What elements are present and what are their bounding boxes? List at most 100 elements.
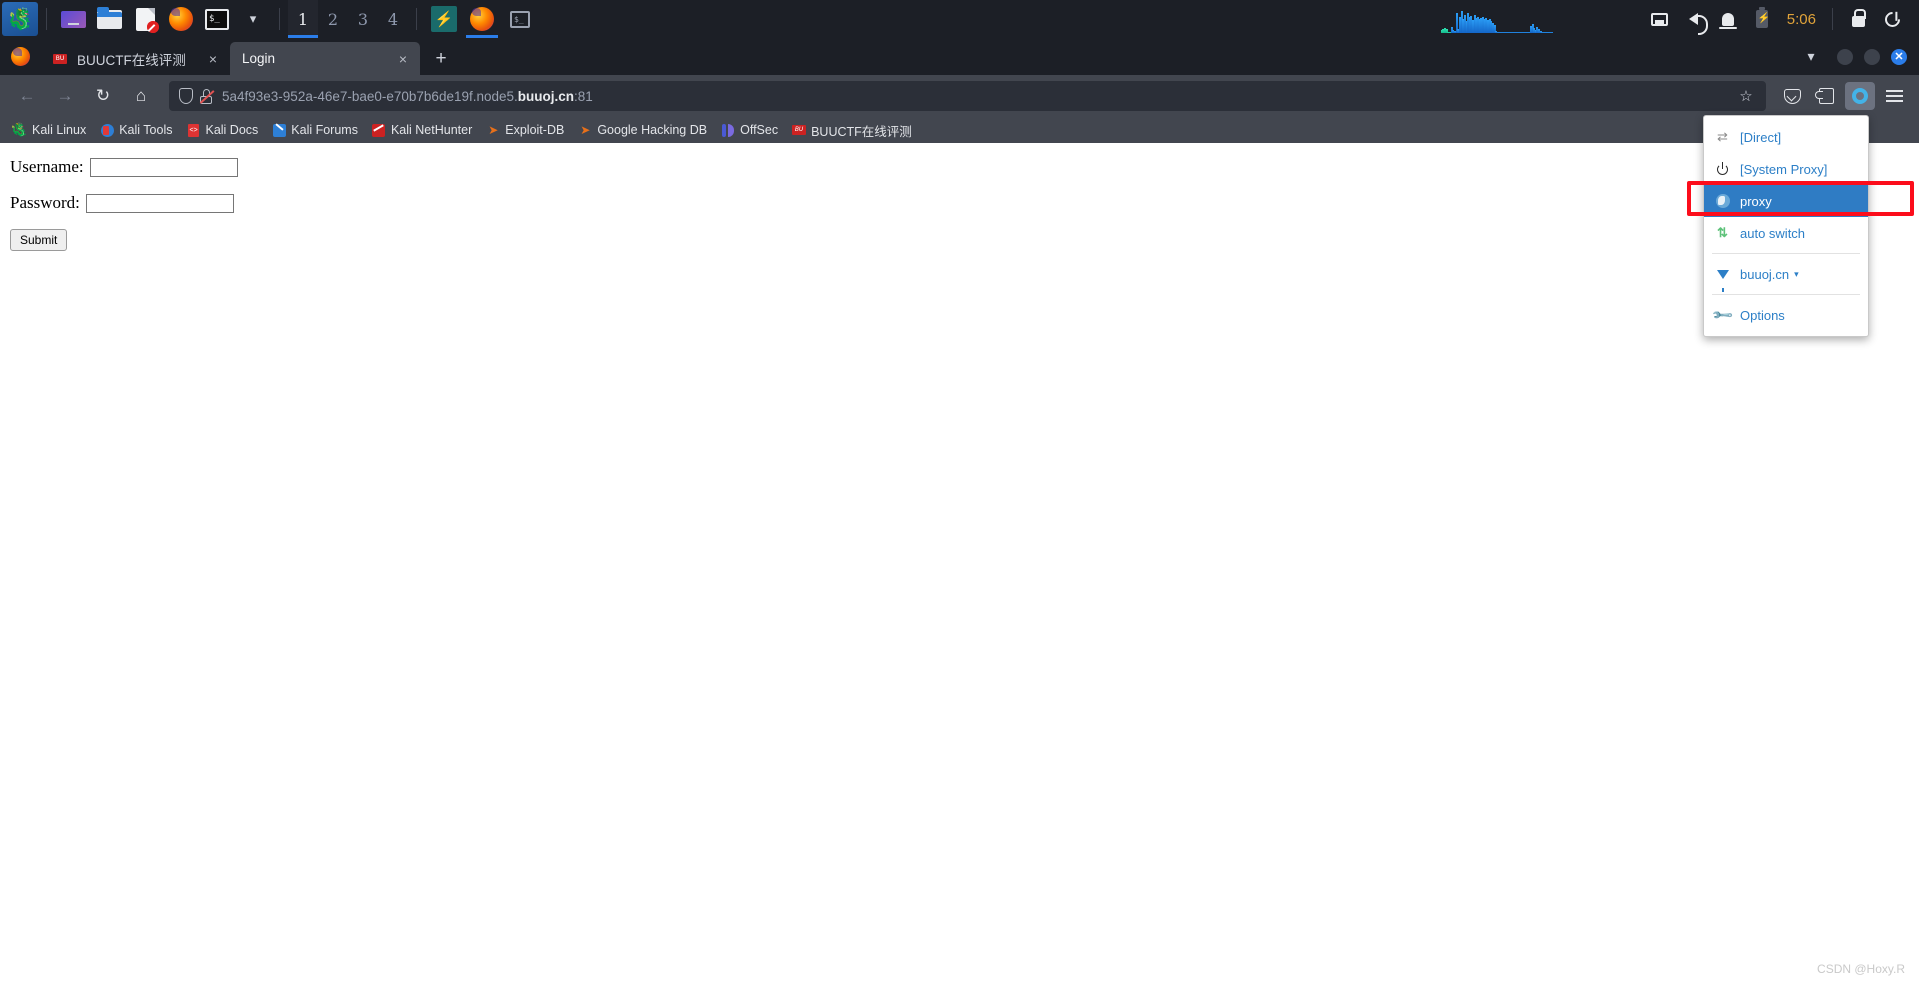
burpsuite-task-button[interactable]: ⚡: [428, 3, 460, 35]
omega-item-direct[interactable]: ⇄ [Direct]: [1704, 121, 1868, 153]
url-prefix: 5a4f93e3-952a-46e7-bae0-e70b7b6de19f.nod…: [222, 88, 518, 104]
omega-item-system-proxy[interactable]: [System Proxy]: [1704, 153, 1868, 185]
tracking-protection-shield-icon[interactable]: [179, 88, 193, 104]
document-icon: [135, 7, 159, 33]
logout-button[interactable]: [1875, 0, 1909, 38]
launcher-overflow-button[interactable]: ▾: [238, 4, 268, 34]
folder-icon: [96, 6, 122, 29]
switchyomega-button[interactable]: [1844, 80, 1876, 112]
bookmarks-toolbar: 🐉 Kali Linux Kali Tools <> Kali Docs Kal…: [0, 117, 1919, 143]
password-input[interactable]: [85, 193, 234, 213]
power-logout-icon: [1881, 8, 1903, 30]
url-bar[interactable]: 5a4f93e3-952a-46e7-bae0-e70b7b6de19f.nod…: [169, 81, 1766, 111]
bookmark-offsec[interactable]: OffSec: [714, 119, 785, 141]
bookmark-kali-tools[interactable]: Kali Tools: [93, 119, 179, 141]
list-all-tabs-button[interactable]: ▾: [1796, 42, 1826, 72]
workspace-2[interactable]: 2: [318, 0, 348, 38]
files-launcher[interactable]: [58, 4, 88, 34]
page-content: Username: Password: Submit CSDN @Hoxy.R: [0, 143, 1919, 984]
insecure-connection-icon[interactable]: [199, 88, 215, 104]
firefox-task-button[interactable]: [466, 3, 498, 38]
omega-item-proxy[interactable]: proxy: [1704, 185, 1868, 217]
bookmark-kali-nethunter[interactable]: Kali NetHunter: [365, 119, 479, 141]
bookmark-buuctf[interactable]: BU BUUCTF在线评测: [785, 119, 919, 141]
panel-launchers: 🐉 $_ ▾ 1 2 3 4 ⚡ $_: [0, 0, 539, 38]
chevron-down-icon[interactable]: ▾: [1794, 269, 1799, 280]
bookmark-label: Kali Tools: [119, 123, 173, 137]
new-tab-button[interactable]: +: [426, 43, 456, 73]
volume-tray-button[interactable]: [1677, 0, 1711, 38]
panel-divider: [279, 8, 280, 30]
omega-item-label: [System Proxy]: [1740, 161, 1828, 177]
menu-divider: [1712, 294, 1860, 295]
kali-dragon-icon: 🐉: [11, 122, 29, 137]
url-suffix: :81: [574, 88, 593, 104]
forward-button[interactable]: →: [48, 80, 82, 112]
desktop-top-panel: 🐉 $_ ▾ 1 2 3 4 ⚡ $_ ⚡ 5:06: [0, 0, 1919, 38]
globe-icon: [1714, 194, 1731, 208]
bookmark-kali-forums[interactable]: Kali Forums: [265, 119, 365, 141]
workspace-4[interactable]: 4: [378, 0, 408, 38]
app-menu-button[interactable]: [1878, 80, 1910, 112]
tab-close-button[interactable]: ×: [204, 50, 222, 68]
back-button[interactable]: ←: [10, 80, 44, 112]
window-minimize-button[interactable]: [1837, 48, 1853, 65]
tab-close-button[interactable]: ×: [394, 50, 412, 68]
funnel-icon: [1714, 269, 1731, 292]
window-close-button[interactable]: ✕: [1891, 48, 1907, 65]
switch-arrows-icon: ⇅: [1717, 225, 1728, 240]
omega-item-options[interactable]: 🔧 Options: [1704, 299, 1868, 331]
panel-system-tray: 5:06: [1440, 0, 1919, 38]
network-tray-button[interactable]: [1643, 0, 1677, 38]
pocket-button[interactable]: [1776, 80, 1808, 112]
bookmark-google-hacking-db[interactable]: ➤ Google Hacking DB: [571, 119, 714, 141]
firefox-window: BU BUUCTF在线评测 × Login × + ▾ ✕ ← → ↻ ⌂ 5a…: [0, 38, 1919, 984]
username-input[interactable]: [89, 157, 238, 177]
battery-charging-icon: [1755, 7, 1770, 28]
url-text: 5a4f93e3-952a-46e7-bae0-e70b7b6de19f.nod…: [222, 89, 593, 104]
extensions-button[interactable]: [1810, 80, 1842, 112]
firefox-launcher[interactable]: [166, 4, 196, 34]
bookmark-label: Kali Docs: [205, 123, 259, 137]
tabs-area: BU BUUCTF在线评测 × Login × +: [40, 38, 456, 75]
bookmark-star-icon[interactable]: ☆: [1734, 87, 1758, 105]
bookmark-exploit-db[interactable]: ➤ Exploit-DB: [479, 119, 571, 141]
terminal-task-button[interactable]: $_: [504, 3, 536, 35]
pocket-icon: [1783, 88, 1801, 104]
clock[interactable]: 5:06: [1779, 11, 1824, 28]
workspace-3[interactable]: 3: [348, 0, 378, 38]
text-editor-launcher[interactable]: [130, 4, 160, 34]
home-button[interactable]: ⌂: [124, 80, 158, 112]
bookmark-kali-docs[interactable]: <> Kali Docs: [179, 119, 265, 141]
power-icon: [1714, 161, 1731, 175]
kali-nethunter-icon: [372, 123, 386, 137]
battery-tray-button[interactable]: [1745, 0, 1779, 38]
omega-item-label: [Direct]: [1740, 129, 1782, 145]
menu-divider: [1712, 253, 1860, 254]
tab-buuctf[interactable]: BU BUUCTF在线评测 ×: [40, 42, 230, 75]
workspace-1[interactable]: 1: [288, 0, 318, 38]
reload-button[interactable]: ↻: [86, 80, 120, 112]
bookmark-label: OffSec: [740, 123, 779, 137]
tab-login[interactable]: Login ×: [230, 42, 420, 75]
bookmark-label: Kali Linux: [32, 123, 87, 137]
lock-screen-button[interactable]: [1841, 0, 1875, 38]
terminal-launcher[interactable]: $_: [202, 4, 232, 34]
omega-item-auto-switch[interactable]: ⇅ auto switch: [1704, 217, 1868, 249]
submit-button[interactable]: Submit: [10, 229, 68, 251]
bookmark-kali-linux[interactable]: 🐉 Kali Linux: [6, 119, 93, 141]
bookmark-label: BUUCTF在线评测: [811, 124, 912, 139]
firefox-icon: [169, 7, 193, 31]
tab-title: Login: [242, 51, 276, 66]
workspace-label: 1: [297, 9, 309, 29]
notifications-tray-button[interactable]: [1711, 0, 1745, 38]
window-maximize-button[interactable]: [1864, 48, 1880, 65]
panel-divider: [416, 8, 417, 30]
lock-icon: [1851, 8, 1866, 27]
omega-ring-icon: [1852, 88, 1868, 104]
kali-menu-button[interactable]: 🐉: [2, 2, 38, 36]
username-row: Username:: [10, 157, 1909, 177]
file-manager-launcher[interactable]: [94, 4, 124, 34]
omega-item-label: buuoj.cn: [1740, 266, 1790, 282]
omega-item-buuoj-cn[interactable]: buuoj.cn ▾: [1704, 258, 1868, 292]
